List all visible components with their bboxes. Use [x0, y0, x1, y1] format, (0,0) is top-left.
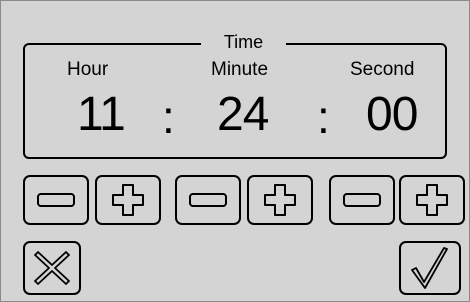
cancel-button[interactable]	[23, 241, 81, 295]
minus-icon	[189, 193, 227, 207]
checkmark-icon	[411, 247, 448, 289]
plus-icon	[416, 184, 448, 216]
second-decrement-button[interactable]	[329, 175, 395, 225]
minus-icon	[37, 193, 75, 207]
minute-value: 24	[217, 88, 269, 141]
minute-second-separator: :	[317, 91, 330, 143]
minute-increment-button[interactable]	[247, 175, 313, 225]
hour-label: Hour	[67, 59, 109, 80]
x-icon	[34, 251, 70, 285]
minute-decrement-button[interactable]	[175, 175, 241, 225]
second-value: 00	[366, 88, 418, 141]
hour-increment-button[interactable]	[95, 175, 161, 225]
time-group-title: Time	[201, 31, 286, 53]
minus-icon	[343, 193, 381, 207]
plus-icon	[112, 184, 144, 216]
confirm-button[interactable]	[399, 241, 461, 295]
hour-decrement-button[interactable]	[23, 175, 89, 225]
hour-value: 11	[77, 88, 126, 141]
hour-minute-separator: :	[162, 91, 175, 143]
plus-icon	[264, 184, 296, 216]
time-setting-panel: Time Hour Minute Second 11 : 24 : 00	[0, 0, 470, 302]
minute-label: Minute	[211, 59, 269, 80]
second-increment-button[interactable]	[399, 175, 465, 225]
second-label: Second	[350, 59, 415, 80]
